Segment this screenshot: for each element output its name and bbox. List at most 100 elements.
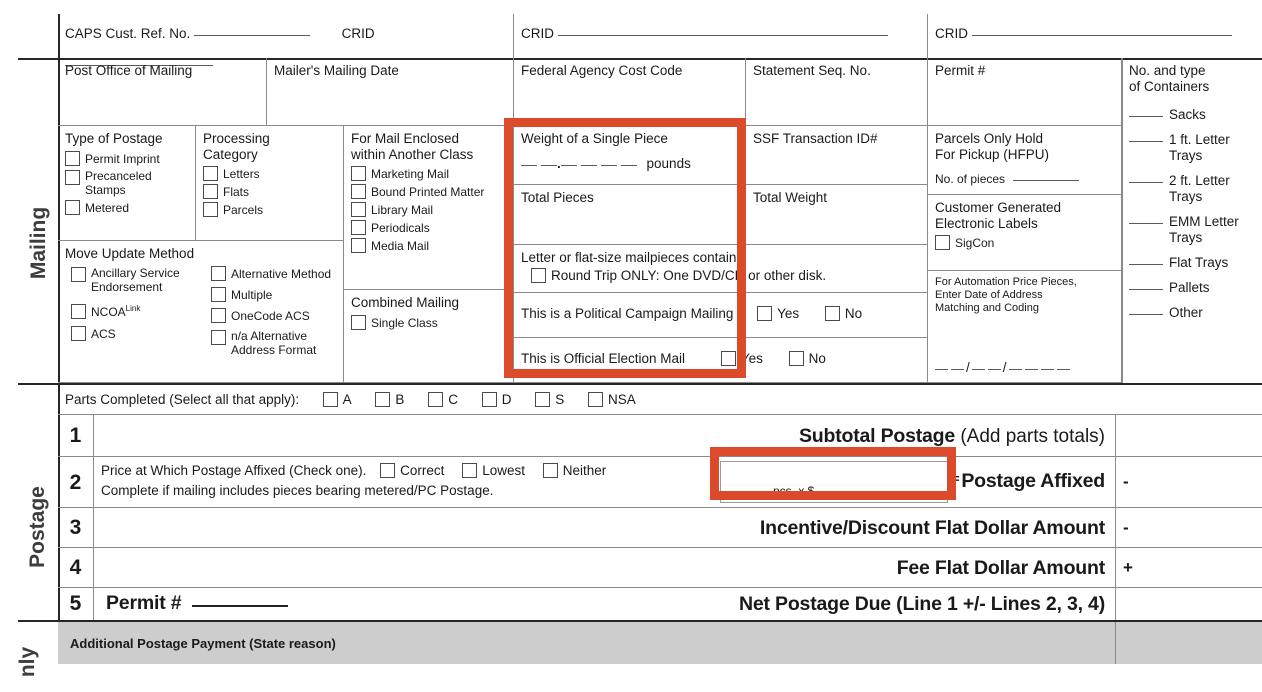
- date-digit[interactable]: [1024, 369, 1038, 370]
- checkbox-part-c[interactable]: C: [428, 390, 458, 410]
- checkbox-na-alternative-address-format[interactable]: n/a Alternative Address Format: [211, 329, 343, 357]
- checkbox-political-yes[interactable]: Yes: [757, 298, 799, 330]
- date-digit[interactable]: [951, 369, 964, 370]
- checkbox-part-nsa[interactable]: NSA: [588, 390, 636, 410]
- checkbox-political-no[interactable]: No: [824, 298, 862, 330]
- weight-single-piece-cell[interactable]: Weight of a Single Piece . pounds: [514, 126, 746, 185]
- checkbox-part-s[interactable]: S: [535, 390, 564, 410]
- checkbox-part-b[interactable]: B: [375, 390, 404, 410]
- checkbox-icon[interactable]: [351, 184, 366, 199]
- checkbox-election-no[interactable]: No: [788, 343, 826, 375]
- weight-digit[interactable]: [521, 165, 537, 166]
- hfpu-pieces-row[interactable]: No. of pieces: [935, 172, 1114, 186]
- checkbox-onecode-acs[interactable]: OneCode ACS: [211, 308, 343, 323]
- weight-digit[interactable]: [560, 165, 577, 166]
- checkbox-icon[interactable]: [351, 166, 366, 181]
- checkbox-periodicals[interactable]: Periodicals: [351, 220, 506, 235]
- additional-postage-payment-amount[interactable]: [1116, 622, 1262, 664]
- container-item[interactable]: 2 ft. Letter Trays: [1129, 173, 1255, 205]
- checkbox-sigcon[interactable]: SigCon: [935, 235, 1114, 250]
- container-item[interactable]: Flat Trays: [1129, 255, 1255, 271]
- mailing-date-cell[interactable]: Mailer's Mailing Date: [267, 58, 514, 126]
- checkbox-icon[interactable]: [380, 463, 396, 478]
- crid-input-3[interactable]: [971, 35, 1232, 36]
- permit-number-input-5[interactable]: [191, 605, 288, 607]
- postage-line-5-amount[interactable]: [1116, 588, 1262, 620]
- container-count-input[interactable]: [1129, 182, 1163, 183]
- checkbox-marketing-mail[interactable]: Marketing Mail: [351, 166, 506, 181]
- postage-line-4-amount[interactable]: +: [1116, 548, 1262, 588]
- date-digit[interactable]: [1040, 369, 1054, 370]
- postage-affixed-calc-box[interactable]: pcs. x $.: [720, 461, 948, 503]
- container-item[interactable]: Sacks: [1129, 107, 1255, 123]
- checkbox-icon[interactable]: [211, 308, 226, 323]
- checkbox-icon[interactable]: [71, 267, 86, 282]
- checkbox-icon[interactable]: [71, 326, 86, 341]
- checkbox-single-class[interactable]: Single Class: [351, 315, 506, 330]
- checkbox-icon[interactable]: [351, 220, 366, 235]
- ssf-transaction-cell[interactable]: SSF Transaction ID#: [746, 126, 928, 185]
- checkbox-flats[interactable]: Flats: [203, 184, 336, 199]
- calc-dollars-input[interactable]: [814, 492, 869, 493]
- checkbox-parcels[interactable]: Parcels: [203, 202, 336, 217]
- checkbox-permit-imprint[interactable]: Permit Imprint: [65, 151, 188, 166]
- checkbox-icon[interactable]: [351, 202, 366, 217]
- checkbox-round-trip-dvd[interactable]: Round Trip ONLY: One DVD/CD or other dis…: [531, 268, 920, 284]
- container-count-input[interactable]: [1129, 264, 1163, 265]
- container-count-input[interactable]: [1129, 116, 1163, 117]
- checkbox-media-mail[interactable]: Media Mail: [351, 238, 506, 253]
- weight-digit[interactable]: [580, 165, 597, 166]
- date-digit[interactable]: [971, 369, 985, 370]
- checkbox-icon[interactable]: [203, 184, 218, 199]
- weight-digit[interactable]: [600, 165, 617, 166]
- date-digit[interactable]: [987, 369, 1001, 370]
- checkbox-part-a[interactable]: A: [322, 390, 352, 410]
- total-weight-cell[interactable]: Total Weight: [746, 185, 928, 245]
- checkbox-icon[interactable]: [203, 202, 218, 217]
- checkbox-icon[interactable]: [535, 392, 551, 407]
- checkbox-election-yes[interactable]: Yes: [720, 343, 763, 375]
- checkbox-icon[interactable]: [351, 315, 366, 330]
- checkbox-letters[interactable]: Letters: [203, 166, 336, 181]
- automation-date-entry[interactable]: / /: [935, 360, 1070, 376]
- postage-line-2-amount[interactable]: -: [1116, 457, 1262, 508]
- checkbox-icon[interactable]: [588, 392, 604, 407]
- checkbox-icon[interactable]: [211, 266, 226, 281]
- container-count-input[interactable]: [1129, 223, 1163, 224]
- checkbox-icon[interactable]: [322, 392, 338, 407]
- checkbox-ncoa-link[interactable]: NCOALink: [71, 302, 207, 319]
- checkbox-price-neither[interactable]: Neither: [542, 463, 606, 479]
- checkbox-price-correct[interactable]: Correct: [380, 463, 444, 479]
- checkbox-icon[interactable]: [935, 235, 950, 250]
- checkbox-icon[interactable]: [375, 392, 391, 407]
- checkbox-icon[interactable]: [428, 392, 444, 407]
- checkbox-icon[interactable]: [481, 392, 497, 407]
- date-digit[interactable]: [1056, 369, 1070, 370]
- weight-digit[interactable]: [541, 165, 557, 166]
- checkbox-icon[interactable]: [211, 287, 226, 302]
- container-item[interactable]: EMM Letter Trays: [1129, 214, 1255, 246]
- checkbox-icon[interactable]: [65, 200, 80, 215]
- checkbox-icon[interactable]: [351, 238, 366, 253]
- checkbox-icon[interactable]: [71, 304, 86, 319]
- checkbox-icon[interactable]: [462, 463, 478, 478]
- checkbox-icon[interactable]: [211, 330, 226, 345]
- container-item[interactable]: 1 ft. Letter Trays: [1129, 132, 1255, 164]
- permit-number-cell[interactable]: Permit #: [928, 58, 1122, 126]
- checkbox-icon[interactable]: [65, 170, 80, 185]
- post-office-cell[interactable]: Post Office of Mailing: [58, 58, 267, 126]
- checkbox-icon[interactable]: [720, 351, 736, 366]
- checkbox-multiple[interactable]: Multiple: [211, 287, 343, 302]
- total-pieces-cell[interactable]: Total Pieces: [514, 185, 746, 245]
- checkbox-library-mail[interactable]: Library Mail: [351, 202, 506, 217]
- checkbox-icon[interactable]: [531, 268, 546, 283]
- federal-agency-cost-code-cell[interactable]: Federal Agency Cost Code: [514, 58, 746, 126]
- postage-line-1-amount[interactable]: [1116, 415, 1262, 457]
- checkbox-icon[interactable]: [542, 463, 558, 478]
- container-item[interactable]: Pallets: [1129, 280, 1255, 296]
- checkbox-icon[interactable]: [824, 306, 840, 321]
- container-count-input[interactable]: [1129, 141, 1163, 142]
- container-count-input[interactable]: [1129, 314, 1163, 315]
- checkbox-precanceled-stamps[interactable]: Precanceled Stamps: [65, 169, 188, 197]
- checkbox-icon[interactable]: [757, 306, 773, 321]
